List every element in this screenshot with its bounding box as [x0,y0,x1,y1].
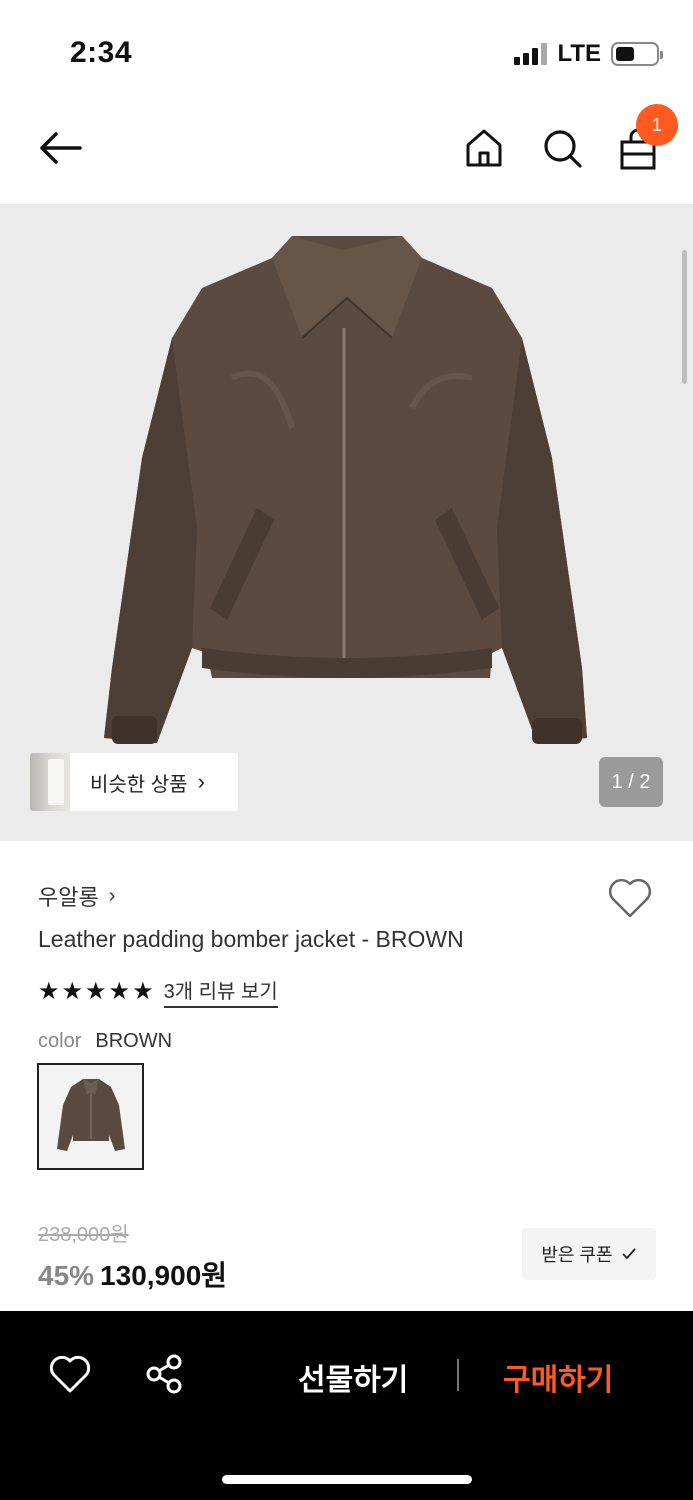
divider [457,1359,459,1391]
product-image [104,236,587,744]
discount-rate: 45% [38,1260,95,1291]
similar-product-thumbnail [30,753,70,811]
original-price: 238,000원 [38,1224,129,1246]
battery-icon [611,42,663,66]
gift-button[interactable]: 선물하기 [298,1355,408,1399]
similar-products-label: 비슷한 상품 [90,773,188,796]
option-value: BROWN [95,1030,173,1052]
cart-count-badge: 1 [636,104,678,146]
swatch-jacket-image [57,1079,125,1151]
product-image-gallery[interactable]: 비슷한 상품 › 1 / 2 [0,204,693,841]
star-icon: ★ [85,977,107,1005]
product-title: Leather padding bomber jacket - BROWN [38,926,464,952]
network-label: LTE [557,40,601,67]
home-indicator[interactable] [222,1475,472,1484]
color-option-row: color BROWN [38,1030,172,1053]
brand-name: 우알롱 [38,885,99,910]
check-icon [621,1248,636,1260]
gallery-scrollbar [682,250,687,384]
chevron-right-icon: › [108,884,116,907]
bottom-action-bar: 선물하기 구매하기 [0,1311,693,1500]
star-icon: ★ [108,977,131,1005]
status-time: 2:34 [70,36,133,69]
back-arrow-icon[interactable] [34,126,86,170]
wishlist-heart-icon[interactable] [606,876,654,920]
status-indicators: LTE [514,40,663,68]
coupon-label: 받은 쿠폰 [541,1245,613,1265]
signal-icon [514,43,548,65]
buy-button[interactable]: 구매하기 [503,1355,613,1399]
wishlist-heart-icon[interactable] [48,1353,92,1395]
received-coupon-button[interactable]: 받은 쿠폰 [522,1228,656,1280]
rating-row: ★ ★ ★ ★ ★ 3개 리뷰 보기 [38,975,278,1008]
share-icon[interactable] [144,1353,186,1395]
star-icon: ★ [61,977,84,1005]
chevron-right-icon: › [197,769,205,794]
rating-stars: ★ ★ ★ ★ ★ [38,977,154,1005]
price-row: 45% 130,900원 [38,1254,227,1294]
review-link[interactable]: 3개 리뷰 보기 [163,975,278,1008]
search-icon[interactable] [540,126,584,170]
brand-link[interactable]: 우알롱 › [38,880,115,912]
page-indicator: 1 / 2 [599,757,663,807]
top-nav: 1 [0,100,693,204]
sale-price: 130,900원 [100,1260,228,1291]
status-bar: 2:34 LTE [0,0,693,100]
color-swatch-brown[interactable] [37,1063,144,1170]
similar-products-button[interactable]: 비슷한 상품 › [30,753,238,811]
home-icon[interactable] [462,126,506,170]
option-label: color [38,1030,82,1052]
star-icon: ★ [38,977,60,1005]
star-icon: ★ [132,977,154,1005]
